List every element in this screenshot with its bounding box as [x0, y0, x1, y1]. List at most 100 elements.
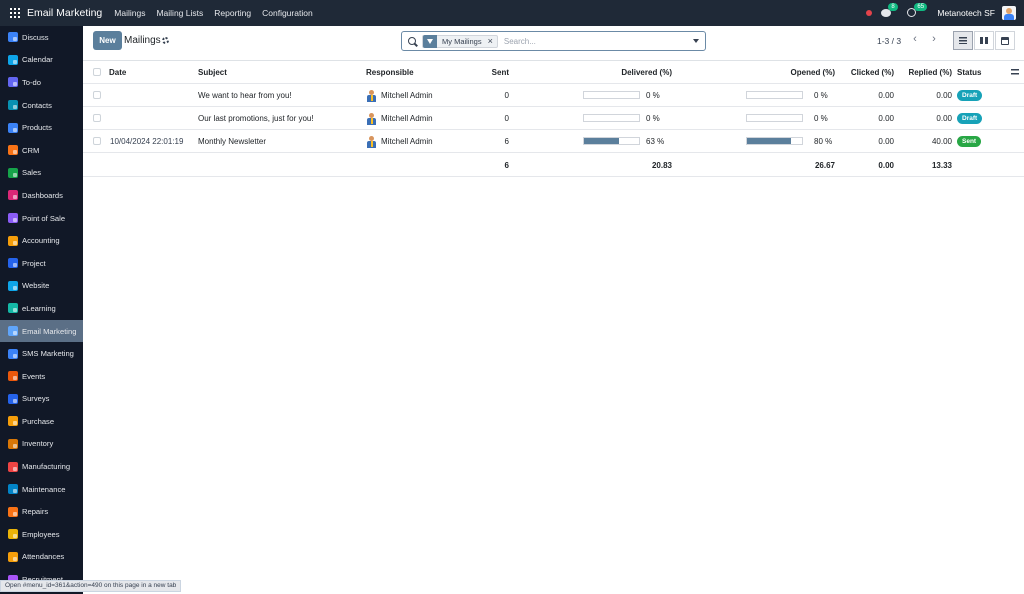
opened-progress-fill	[747, 138, 791, 144]
sidebar-item-discuss[interactable]: Discuss	[0, 26, 83, 49]
menu-mailing-lists[interactable]: Mailing Lists	[156, 8, 203, 18]
sidebar-item-events[interactable]: Events	[0, 365, 83, 388]
sidebar-item-label: Accounting	[22, 236, 60, 246]
calendar-icon	[1001, 36, 1009, 45]
sidebar-item-attendances[interactable]: Attendances	[0, 546, 83, 569]
cell-responsible[interactable]: Mitchell Admin	[366, 84, 433, 107]
total-delivered: 20.83	[651, 161, 672, 170]
cell-subject: Monthly Newsletter	[198, 137, 267, 146]
sidebar-item-employees[interactable]: Employees	[0, 523, 83, 546]
sidebar-item-contacts[interactable]: Contacts	[0, 94, 83, 117]
sidebar-item-label: Surveys	[22, 394, 50, 404]
app-title[interactable]: Email Marketing	[27, 7, 102, 19]
sidebar-item-to-do[interactable]: To-do	[0, 71, 83, 94]
table-row[interactable]: 10/04/2024 22:01:19 Monthly Newsletter Mit…	[83, 130, 1024, 153]
sidebar-item-products[interactable]: Products	[0, 116, 83, 139]
col-header-replied[interactable]: Replied (%)	[898, 61, 952, 84]
sidebar-item-surveys[interactable]: Surveys	[0, 388, 83, 411]
cell-opened-percent: 0 %	[814, 91, 828, 100]
col-header-clicked[interactable]: Clicked (%)	[838, 61, 894, 84]
sidebar-item-inventory[interactable]: Inventory	[0, 433, 83, 456]
sms-marketing-icon	[8, 348, 18, 359]
col-header-responsible[interactable]: Responsible	[366, 61, 414, 84]
sales-icon	[8, 167, 18, 178]
apps-menu-icon[interactable]	[10, 8, 20, 18]
sidebar-item-label: Attendances	[22, 552, 65, 562]
sidebar-item-point-of-sale[interactable]: Point of Sale	[0, 207, 83, 230]
systray: 8 65 Metanotech SF	[866, 3, 1024, 20]
user-avatar-icon	[366, 89, 377, 102]
sidebar-item-crm[interactable]: CRM	[0, 139, 83, 162]
search-icon[interactable]	[408, 37, 416, 45]
col-header-status[interactable]: Status	[957, 61, 981, 84]
cell-sent: 0	[504, 114, 509, 123]
pager-value[interactable]: 1-3 / 3	[877, 36, 901, 46]
user-avatar-icon	[366, 112, 377, 125]
list-view-button[interactable]	[953, 31, 973, 50]
facet-remove-button[interactable]: ×	[486, 36, 497, 46]
cell-responsible[interactable]: Mitchell Admin	[366, 130, 433, 153]
filter-facet: My Mailings ×	[422, 34, 498, 48]
sidebar-item-purchase[interactable]: Purchase	[0, 410, 83, 433]
pager-previous-button[interactable]: ‹	[911, 34, 919, 45]
status-badge: Sent	[957, 136, 982, 147]
search-options-toggle-icon[interactable]	[693, 39, 699, 43]
cell-opened-percent: 80 %	[814, 137, 833, 146]
row-checkbox[interactable]	[93, 91, 101, 99]
sidebar-item-maintenance[interactable]: Maintenance	[0, 478, 83, 501]
sidebar-item-elearning[interactable]: eLearning	[0, 297, 83, 320]
new-button[interactable]: New	[93, 31, 122, 50]
sidebar-item-project[interactable]: Project	[0, 252, 83, 275]
row-checkbox[interactable]	[93, 137, 101, 145]
responsible-name: Mitchell Admin	[381, 114, 433, 123]
gear-icon[interactable]	[162, 37, 169, 44]
cell-responsible[interactable]: Mitchell Admin	[366, 107, 433, 130]
col-header-sent[interactable]: Sent	[459, 61, 509, 84]
sidebar-item-manufacturing[interactable]: Manufacturing	[0, 455, 83, 478]
filter-icon	[423, 34, 437, 48]
calendar-icon	[8, 54, 18, 65]
top-navbar: Email Marketing Mailings Mailing Lists R…	[0, 0, 1024, 26]
col-header-delivered[interactable]: Delivered (%)	[563, 61, 672, 84]
point-of-sale-icon	[8, 213, 18, 224]
sidebar-item-dashboards[interactable]: Dashboards	[0, 184, 83, 207]
sidebar-item-calendar[interactable]: Calendar	[0, 49, 83, 72]
calendar-view-button[interactable]	[995, 31, 1015, 50]
sidebar-item-email-marketing[interactable]: Email Marketing	[0, 319, 83, 343]
user-avatar-icon[interactable]	[1002, 6, 1016, 20]
sidebar-item-accounting[interactable]: Accounting	[0, 229, 83, 252]
company-switcher[interactable]: Metanotech SF	[937, 8, 995, 18]
sidebar-item-sales[interactable]: Sales	[0, 162, 83, 185]
col-header-date[interactable]: Date	[109, 61, 126, 84]
elearning-icon	[8, 303, 18, 314]
status-dot-icon[interactable]	[866, 10, 873, 16]
cell-date: 10/04/2024 22:01:19	[110, 137, 184, 146]
menu-mailings[interactable]: Mailings	[114, 8, 145, 18]
menu-configuration[interactable]: Configuration	[262, 8, 313, 18]
pager-next-button[interactable]: ›	[930, 34, 938, 45]
sidebar-item-sms-marketing[interactable]: SMS Marketing	[0, 342, 83, 365]
sidebar-item-label: Employees	[22, 529, 60, 539]
table-row[interactable]: Our last promotions, just for you! Mitche…	[83, 107, 1024, 130]
chat-icon[interactable]: 8	[881, 3, 898, 18]
sidebar-item-label: Purchase	[22, 416, 55, 426]
discuss-icon	[8, 32, 18, 43]
table-row[interactable]: We want to hear from you! Mitchell Admin 0…	[83, 84, 1024, 107]
col-header-subject[interactable]: Subject	[198, 61, 227, 84]
select-all-checkbox[interactable]	[93, 68, 101, 76]
project-icon	[8, 258, 18, 269]
sidebar-item-website[interactable]: Website	[0, 275, 83, 298]
sidebar-item-label: Website	[22, 281, 50, 291]
activity-clock-icon[interactable]: 65	[907, 3, 928, 18]
menu-reporting[interactable]: Reporting	[214, 8, 251, 18]
kanban-view-button[interactable]	[974, 31, 994, 50]
row-checkbox[interactable]	[93, 114, 101, 122]
crm-icon	[8, 145, 18, 156]
col-header-opened[interactable]: Opened (%)	[723, 61, 835, 84]
optional-columns-icon[interactable]	[1011, 69, 1019, 76]
opened-progress-bar	[746, 91, 803, 99]
sidebar-item-repairs[interactable]: Repairs	[0, 500, 83, 523]
sidebar-item-label: Manufacturing	[22, 462, 71, 472]
sidebar-item-label: Inventory	[22, 439, 54, 449]
search-input[interactable]	[503, 36, 684, 46]
